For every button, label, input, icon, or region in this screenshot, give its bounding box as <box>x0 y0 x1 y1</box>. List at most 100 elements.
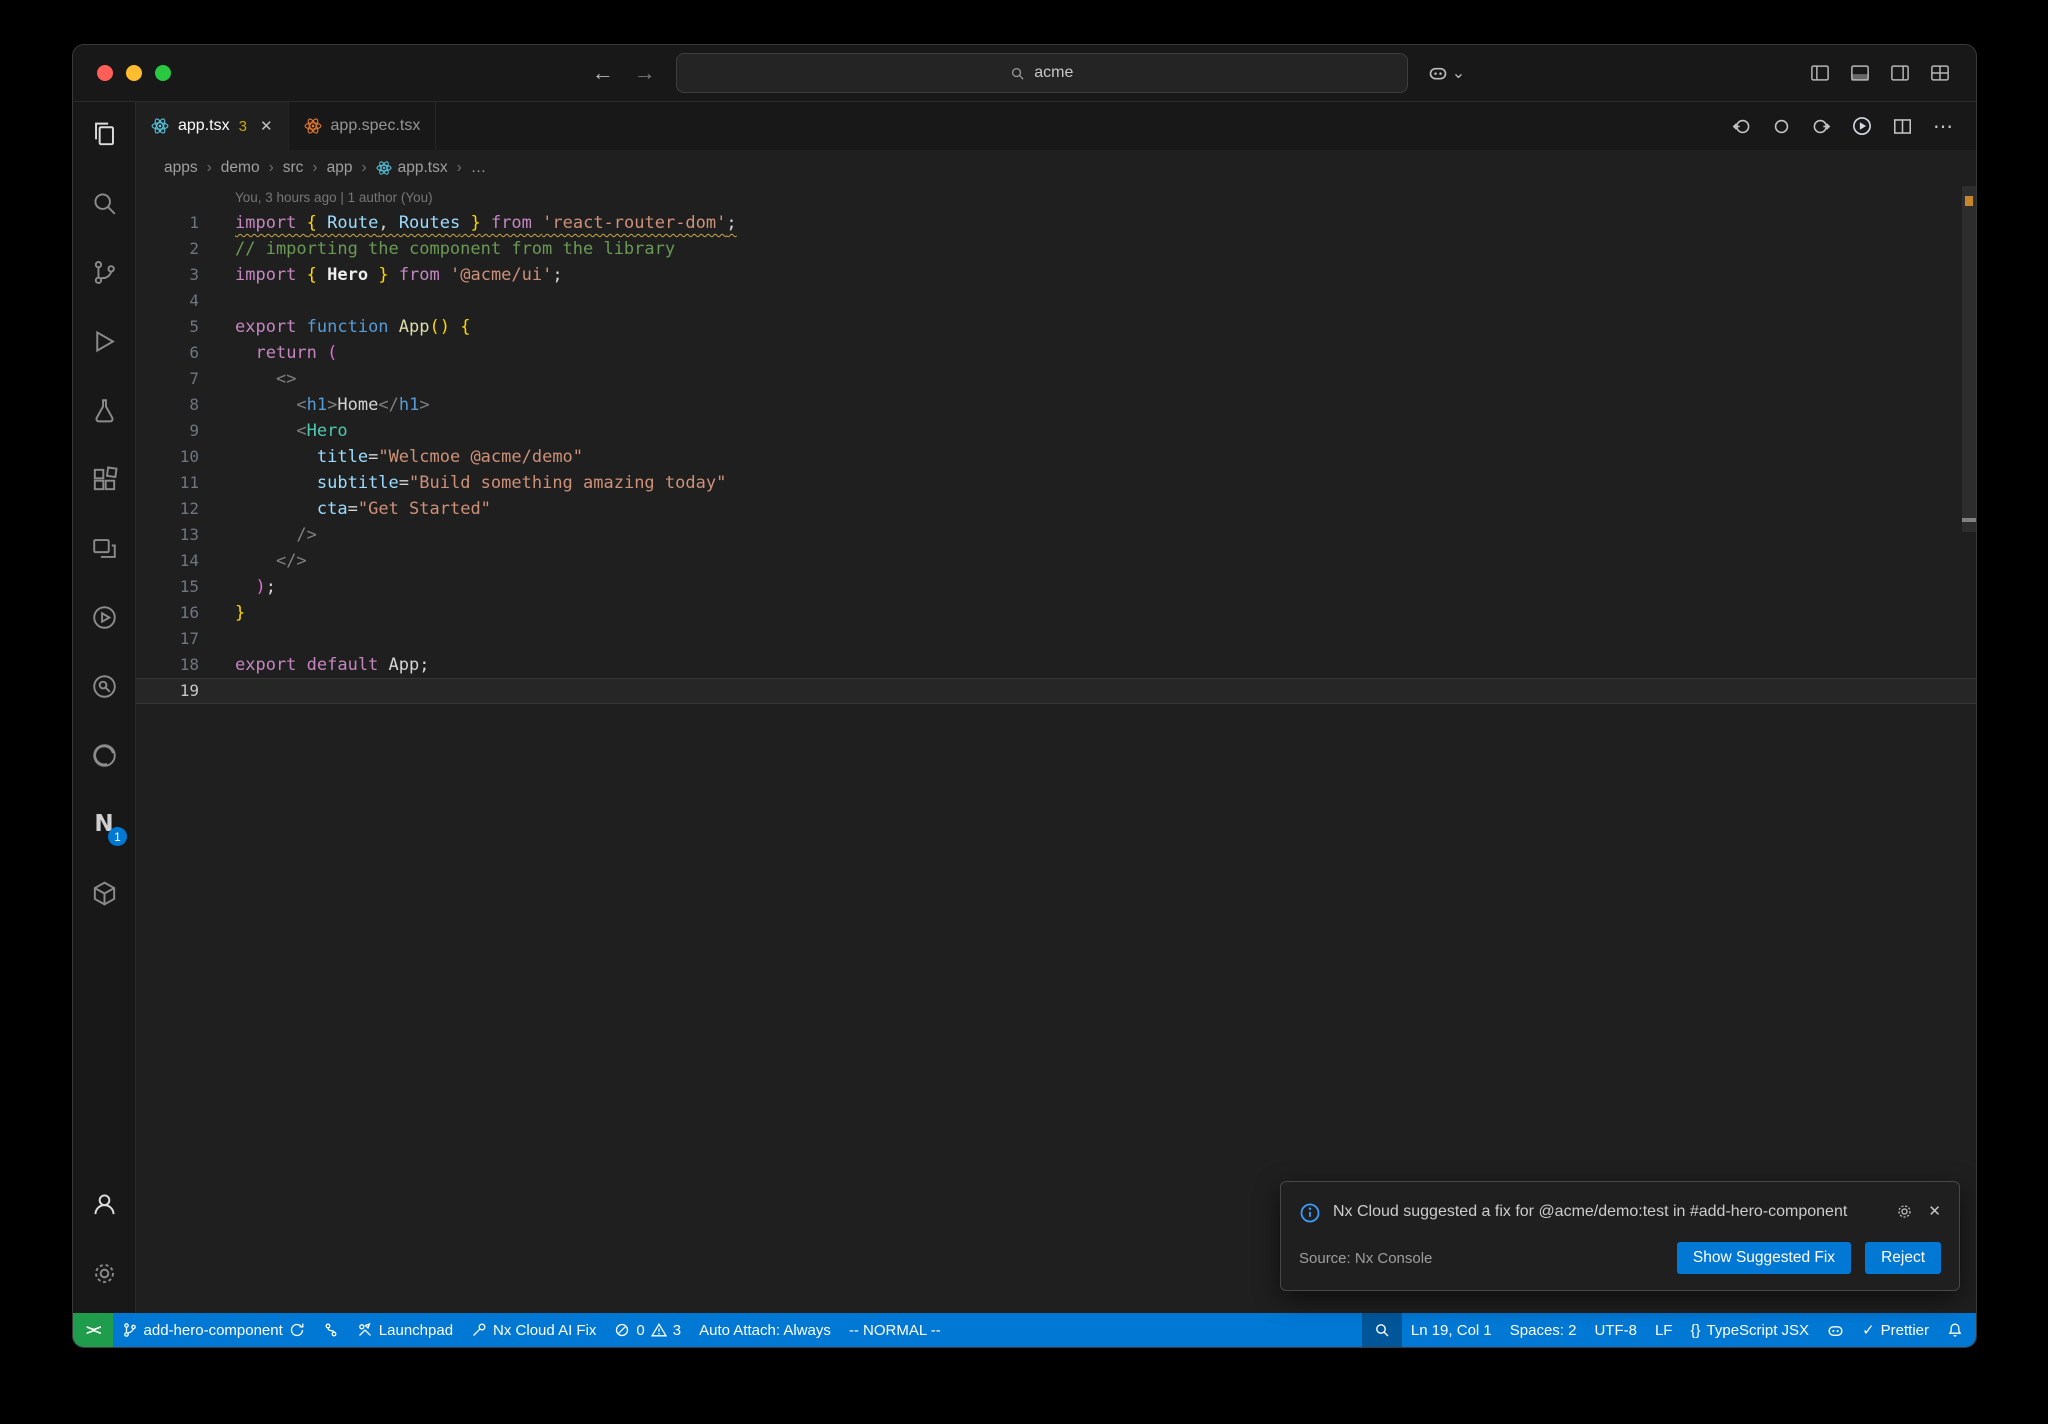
line-number[interactable]: 15 <box>136 574 199 600</box>
status-branch[interactable]: add-hero-component <box>113 1313 314 1347</box>
code-line[interactable]: 15 ); <box>136 574 1976 600</box>
activity-accounts[interactable] <box>88 1188 120 1220</box>
line-number[interactable]: 17 <box>136 626 199 652</box>
status-prettier[interactable]: ✓ Prettier <box>1853 1313 1938 1347</box>
status-launchpad[interactable]: Launchpad <box>348 1313 462 1347</box>
code-line[interactable]: 8 <h1>Home</h1> <box>136 392 1976 418</box>
copilot-menu-button[interactable]: ⌄ <box>1428 63 1465 83</box>
line-number[interactable]: 8 <box>136 392 199 418</box>
zoom-window-button[interactable] <box>155 65 171 81</box>
code-line[interactable]: 12 cta="Get Started" <box>136 496 1976 522</box>
code-line[interactable]: 14 </> <box>136 548 1976 574</box>
code-line[interactable]: 6 return ( <box>136 340 1976 366</box>
code-line[interactable]: 4 <box>136 288 1976 314</box>
notification-close-button[interactable]: ✕ <box>1928 1202 1941 1220</box>
line-number[interactable]: 11 <box>136 470 199 496</box>
status-problems[interactable]: 0 3 <box>605 1313 690 1347</box>
activity-settings[interactable] <box>88 1257 120 1289</box>
line-number[interactable]: 18 <box>136 652 199 678</box>
code-line[interactable]: 16} <box>136 600 1976 626</box>
sync-status-button[interactable] <box>1772 117 1791 136</box>
code-line[interactable]: 7 <> <box>136 366 1976 392</box>
status-vim-mode[interactable]: -- NORMAL -- <box>840 1313 950 1347</box>
activity-source-control[interactable] <box>88 256 120 288</box>
line-number[interactable]: 12 <box>136 496 199 522</box>
activity-remote-explorer[interactable] <box>88 532 120 564</box>
toggle-primary-sidebar-button[interactable] <box>1810 63 1830 83</box>
code-line[interactable]: 3 import { Hero } from '@acme/ui'; <box>136 262 1976 288</box>
close-window-button[interactable] <box>97 65 113 81</box>
scrollbar-slider[interactable] <box>1962 186 1976 532</box>
code-line[interactable]: 19 <box>136 678 1976 704</box>
code-line[interactable]: 1 import { Route, Routes } from 'react-ro… <box>136 210 1976 236</box>
status-notifications[interactable] <box>1938 1313 1972 1347</box>
breadcrumb-item-src[interactable]: src <box>283 159 304 177</box>
split-editor-button[interactable] <box>1893 117 1912 136</box>
activity-containers[interactable] <box>88 877 120 909</box>
line-number[interactable]: 6 <box>136 340 199 366</box>
code-line[interactable]: 13 /> <box>136 522 1976 548</box>
line-number[interactable]: 10 <box>136 444 199 470</box>
line-number[interactable]: 3 <box>136 262 199 288</box>
reject-button[interactable]: Reject <box>1865 1242 1941 1274</box>
status-language-mode[interactable]: {} TypeScript JSX <box>1681 1313 1818 1347</box>
activity-code-search[interactable] <box>88 670 120 702</box>
status-nx-cloud-ai-fix[interactable]: Nx Cloud AI Fix <box>462 1313 605 1347</box>
status-eol[interactable]: LF <box>1646 1313 1682 1347</box>
activity-extensions[interactable] <box>88 463 120 495</box>
status-cursor-position[interactable]: Ln 19, Col 1 <box>1402 1313 1501 1347</box>
code-line[interactable]: 11 subtitle="Build something amazing tod… <box>136 470 1976 496</box>
toggle-secondary-sidebar-button[interactable] <box>1890 63 1910 83</box>
line-number[interactable]: 14 <box>136 548 199 574</box>
status-commit-graph[interactable] <box>314 1313 348 1347</box>
code-line[interactable]: 2 // importing the component from the lib… <box>136 236 1976 262</box>
breadcrumb-item-more[interactable]: … <box>471 159 487 177</box>
code-line[interactable]: 10 title="Welcmoe @acme/demo" <box>136 444 1976 470</box>
breadcrumb-item-file[interactable]: app.tsx <box>376 159 448 177</box>
git-blame-annotation[interactable]: You, 3 hours ago | 1 author (You) <box>235 186 1976 210</box>
status-auto-attach[interactable]: Auto Attach: Always <box>690 1313 840 1347</box>
line-number[interactable]: 4 <box>136 288 199 314</box>
activity-run-debug[interactable] <box>88 325 120 357</box>
status-encoding[interactable]: UTF-8 <box>1585 1313 1646 1347</box>
activity-nx-console[interactable]: N 1 <box>88 808 127 846</box>
breadcrumb-item-app[interactable]: app <box>327 159 353 177</box>
line-number[interactable]: 9 <box>136 418 199 444</box>
code-line[interactable]: 18 export default App; <box>136 652 1976 678</box>
show-suggested-fix-button[interactable]: Show Suggested Fix <box>1676 1242 1852 1274</box>
run-code-button[interactable] <box>1852 116 1872 136</box>
status-screencast-zoom[interactable] <box>1361 1313 1402 1347</box>
tab-close-button[interactable]: ✕ <box>260 117 273 135</box>
nav-forward-button[interactable] <box>1812 117 1831 136</box>
nav-back-button[interactable] <box>1732 117 1751 136</box>
history-back-button[interactable]: ← <box>592 62 614 84</box>
activity-testing[interactable] <box>88 394 120 426</box>
code-editor[interactable]: You, 3 hours ago | 1 author (You) 1 impor… <box>136 186 1976 1313</box>
customize-layout-button[interactable] <box>1930 63 1950 83</box>
remote-indicator[interactable]: >< <box>73 1313 113 1347</box>
line-number[interactable]: 13 <box>136 522 199 548</box>
history-forward-button[interactable]: → <box>634 62 656 84</box>
line-number[interactable]: 1 <box>136 210 199 236</box>
code-line[interactable]: 9 <Hero <box>136 418 1976 444</box>
activity-edge-browser[interactable] <box>88 739 120 771</box>
breadcrumb-item-demo[interactable]: demo <box>221 159 260 177</box>
line-number[interactable]: 16 <box>136 600 199 626</box>
toggle-panel-button[interactable] <box>1850 63 1870 83</box>
more-actions-button[interactable]: ⋯ <box>1933 114 1954 139</box>
activity-explorer[interactable] <box>88 118 120 150</box>
tab-app-tsx[interactable]: app.tsx 3 ✕ <box>136 102 289 150</box>
breadcrumb-item-apps[interactable]: apps <box>164 159 198 177</box>
minimize-window-button[interactable] <box>126 65 142 81</box>
status-indentation[interactable]: Spaces: 2 <box>1501 1313 1586 1347</box>
line-number[interactable]: 7 <box>136 366 199 392</box>
code-line[interactable]: 5 export function App() { <box>136 314 1976 340</box>
status-copilot[interactable] <box>1818 1313 1853 1347</box>
tab-app-spec-tsx[interactable]: app.spec.tsx <box>289 102 437 150</box>
command-center-search[interactable]: acme <box>675 53 1408 93</box>
line-number[interactable]: 2 <box>136 236 199 262</box>
line-number[interactable]: 5 <box>136 314 199 340</box>
notification-settings-button[interactable] <box>1895 1202 1914 1226</box>
code-line[interactable]: 17 <box>136 626 1976 652</box>
line-number[interactable]: 19 <box>136 678 199 704</box>
